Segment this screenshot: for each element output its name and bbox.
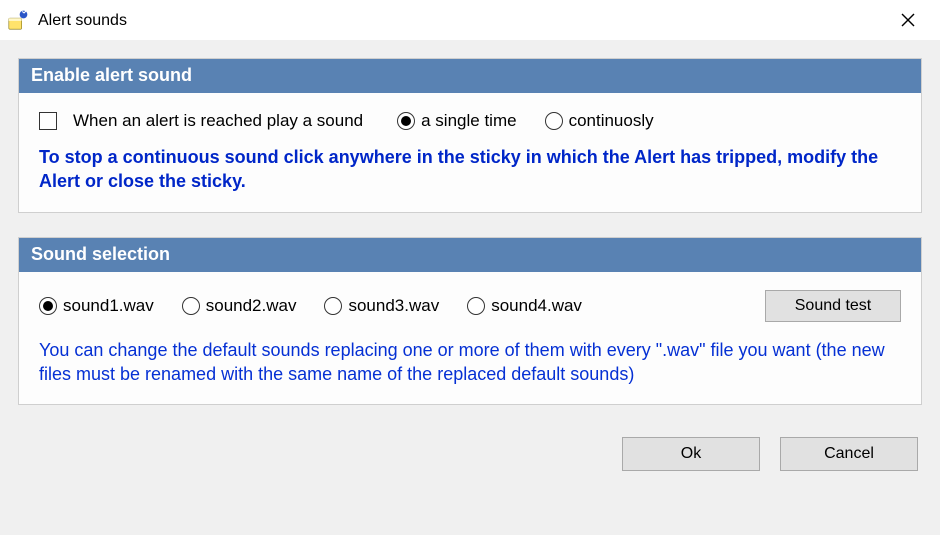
play-mode-continuous-label: continuosly [569,111,654,131]
dialog-footer: Ok Cancel [18,429,922,471]
play-sound-label: When an alert is reached play a sound [73,111,363,131]
title-bar: Alert sounds [0,0,940,40]
app-icon [6,8,30,32]
radio-icon [39,297,57,315]
selection-group-header: Sound selection [19,238,921,272]
sound3-option[interactable]: sound3.wav [324,296,439,316]
radio-icon [467,297,485,315]
sound-selection-row: sound1.wav sound2.wav sound3.wav sound4.… [39,290,901,322]
selection-note: You can change the default sounds replac… [39,338,901,387]
radio-icon [397,112,415,130]
radio-icon [182,297,200,315]
radio-icon [545,112,563,130]
window-title: Alert sounds [38,10,886,30]
sound-test-button[interactable]: Sound test [765,290,901,322]
ok-button[interactable]: Ok [622,437,760,471]
sound1-label: sound1.wav [63,296,154,316]
sound4-label: sound4.wav [491,296,582,316]
close-button[interactable] [886,4,930,36]
play-mode-single-option[interactable]: a single time [397,111,516,131]
enable-group-header: Enable alert sound [19,59,921,93]
play-sound-checkbox[interactable] [39,112,57,130]
dialog-client-area: Enable alert sound When an alert is reac… [0,40,940,535]
enable-row: When an alert is reached play a sound a … [39,111,901,131]
close-icon [901,13,915,27]
cancel-button[interactable]: Cancel [780,437,918,471]
sound3-label: sound3.wav [348,296,439,316]
sound2-label: sound2.wav [206,296,297,316]
play-mode-single-label: a single time [421,111,516,131]
enable-alert-sound-group: Enable alert sound When an alert is reac… [18,58,922,213]
play-mode-continuous-option[interactable]: continuosly [545,111,654,131]
sound1-option[interactable]: sound1.wav [39,296,154,316]
sound-selection-group: Sound selection sound1.wav sound2.wav so… [18,237,922,406]
radio-icon [324,297,342,315]
sound4-option[interactable]: sound4.wav [467,296,582,316]
enable-note: To stop a continuous sound click anywher… [39,145,901,194]
sound2-option[interactable]: sound2.wav [182,296,297,316]
